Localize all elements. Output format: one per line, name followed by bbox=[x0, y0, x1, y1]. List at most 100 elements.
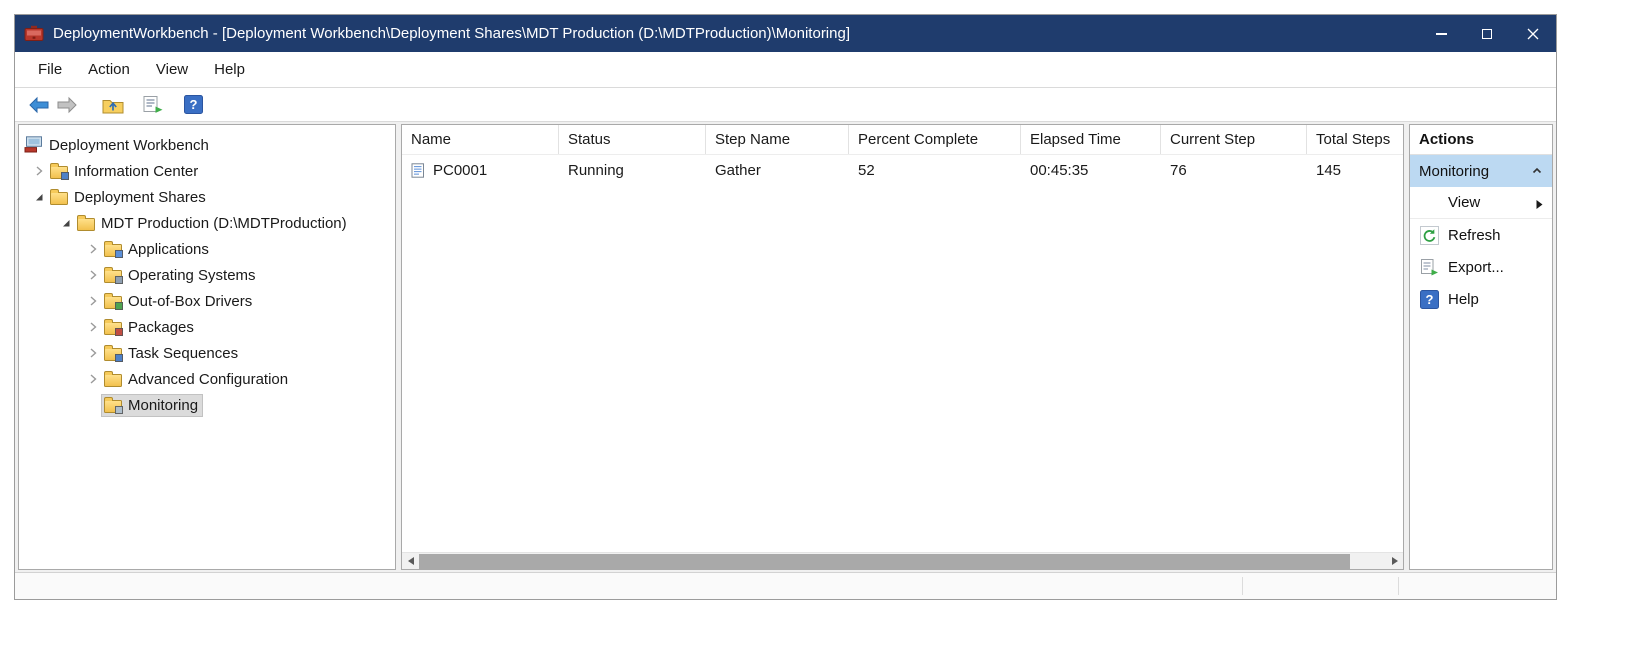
action-help-label: Help bbox=[1448, 291, 1479, 308]
window-title: DeploymentWorkbench - [Deployment Workbe… bbox=[53, 25, 1418, 42]
tree-item-label: Advanced Configuration bbox=[124, 369, 292, 390]
toolbar: ? bbox=[15, 88, 1556, 122]
column-header-name[interactable]: Name bbox=[402, 125, 559, 154]
tree-item-deployment-shares[interactable]: Deployment Shares bbox=[19, 184, 395, 210]
tree-item-label: Packages bbox=[124, 317, 198, 338]
back-button[interactable] bbox=[25, 91, 53, 119]
deployment-shares-folder-icon bbox=[48, 188, 70, 206]
actions-group-monitoring[interactable]: Monitoring bbox=[1410, 155, 1552, 187]
actions-group-label: Monitoring bbox=[1419, 163, 1531, 180]
chevron-right-icon[interactable] bbox=[83, 293, 102, 309]
action-help[interactable]: ? Help bbox=[1410, 283, 1552, 315]
scroll-left-button[interactable] bbox=[402, 553, 419, 570]
help-icon: ? bbox=[1420, 290, 1439, 309]
tree-item-out-of-box-drivers[interactable]: Out-of-Box Drivers bbox=[19, 288, 395, 314]
column-header-current-step[interactable]: Current Step bbox=[1161, 125, 1307, 154]
close-icon bbox=[1527, 28, 1539, 40]
back-arrow-icon bbox=[27, 95, 51, 115]
tree-item-label: Deployment Shares bbox=[70, 187, 210, 208]
refresh-icon bbox=[1420, 226, 1439, 245]
collapse-chevron-up-icon[interactable] bbox=[1531, 165, 1543, 177]
task-sequences-folder-icon bbox=[102, 344, 124, 362]
action-refresh-label: Refresh bbox=[1448, 227, 1501, 244]
up-one-level-button[interactable] bbox=[99, 91, 127, 119]
tree-item-mdt-production[interactable]: MDT Production (D:\MDTProduction) bbox=[19, 210, 395, 236]
up-one-level-icon bbox=[102, 96, 124, 114]
navigation-tree: Deployment Workbench Information Center … bbox=[18, 124, 396, 570]
close-button[interactable] bbox=[1510, 15, 1556, 52]
maximize-icon bbox=[1482, 29, 1492, 39]
chevron-right-icon[interactable] bbox=[83, 241, 102, 257]
chevron-right-icon[interactable] bbox=[83, 319, 102, 335]
menu-action[interactable]: Action bbox=[75, 52, 143, 87]
cell-percent-complete: 52 bbox=[849, 155, 1021, 185]
tree-item-label: Out-of-Box Drivers bbox=[124, 291, 256, 312]
tree-item-task-sequences[interactable]: Task Sequences bbox=[19, 340, 395, 366]
applications-folder-icon bbox=[102, 240, 124, 258]
content-area: Deployment Workbench Information Center … bbox=[15, 122, 1556, 572]
menu-view[interactable]: View bbox=[143, 52, 201, 87]
tree-item-label: Task Sequences bbox=[124, 343, 242, 364]
tree-item-applications[interactable]: Applications bbox=[19, 236, 395, 262]
column-header-elapsed-time[interactable]: Elapsed Time bbox=[1021, 125, 1161, 154]
drivers-folder-icon bbox=[102, 292, 124, 310]
minimize-button[interactable] bbox=[1418, 15, 1464, 52]
results-list: Name Status Step Name Percent Complete E… bbox=[401, 124, 1404, 570]
operating-systems-folder-icon bbox=[102, 266, 124, 284]
action-view-label: View bbox=[1448, 194, 1480, 211]
action-export[interactable]: Export... bbox=[1410, 251, 1552, 283]
export-list-button[interactable] bbox=[139, 91, 167, 119]
maximize-button[interactable] bbox=[1464, 15, 1510, 52]
cell-current-step: 76 bbox=[1161, 155, 1307, 185]
tree-item-deployment-workbench[interactable]: Deployment Workbench bbox=[19, 132, 395, 158]
submenu-arrow-icon bbox=[1535, 197, 1544, 214]
export-list-icon bbox=[142, 95, 164, 114]
monitoring-folder-icon bbox=[102, 396, 124, 414]
menu-help[interactable]: Help bbox=[201, 52, 258, 87]
tree-item-label: Applications bbox=[124, 239, 213, 260]
minimize-icon bbox=[1436, 33, 1447, 35]
app-icon bbox=[24, 25, 44, 43]
actions-pane-title: Actions bbox=[1410, 125, 1552, 155]
advanced-configuration-folder-icon bbox=[102, 370, 124, 388]
action-view[interactable]: View bbox=[1410, 187, 1552, 219]
action-refresh[interactable]: Refresh bbox=[1410, 219, 1552, 251]
toolbar-help-button[interactable]: ? bbox=[179, 91, 207, 119]
column-header-status[interactable]: Status bbox=[559, 125, 706, 154]
tree-item-label: Information Center bbox=[70, 161, 202, 182]
cell-status: Running bbox=[559, 155, 706, 185]
column-header-total-steps[interactable]: Total Steps bbox=[1307, 125, 1403, 154]
deployment-share-folder-icon bbox=[75, 214, 97, 232]
tree-selection-highlight: Monitoring bbox=[102, 395, 202, 416]
tree-item-operating-systems[interactable]: Operating Systems bbox=[19, 262, 395, 288]
chevron-right-icon[interactable] bbox=[83, 371, 102, 387]
tree-item-packages[interactable]: Packages bbox=[19, 314, 395, 340]
tree-item-monitoring[interactable]: Monitoring bbox=[19, 392, 395, 418]
chevron-right-icon[interactable] bbox=[29, 163, 48, 179]
tree-item-information-center[interactable]: Information Center bbox=[19, 158, 395, 184]
chevron-right-icon[interactable] bbox=[83, 267, 102, 283]
menu-file[interactable]: File bbox=[25, 52, 75, 87]
list-header: Name Status Step Name Percent Complete E… bbox=[402, 125, 1403, 155]
scrollbar-thumb[interactable] bbox=[419, 554, 1350, 569]
chevron-right-icon[interactable] bbox=[83, 345, 102, 361]
help-icon: ? bbox=[184, 95, 203, 114]
column-header-percent-complete[interactable]: Percent Complete bbox=[849, 125, 1021, 154]
menu-bar: File Action View Help bbox=[15, 52, 1556, 88]
column-header-step-name[interactable]: Step Name bbox=[706, 125, 849, 154]
title-bar: DeploymentWorkbench - [Deployment Workbe… bbox=[15, 15, 1556, 52]
cell-name-text: PC0001 bbox=[433, 162, 487, 179]
tree-item-label: Deployment Workbench bbox=[45, 135, 213, 156]
cell-step-name: Gather bbox=[706, 155, 849, 185]
chevron-down-icon[interactable] bbox=[29, 189, 48, 205]
forward-button[interactable] bbox=[53, 91, 81, 119]
action-export-label: Export... bbox=[1448, 259, 1504, 276]
tree-item-advanced-configuration[interactable]: Advanced Configuration bbox=[19, 366, 395, 392]
list-row-pc0001[interactable]: PC0001 Running Gather 52 00:45:35 76 145 bbox=[402, 155, 1403, 185]
tree-item-label: Monitoring bbox=[124, 395, 202, 416]
scroll-right-button[interactable] bbox=[1386, 553, 1403, 570]
cell-name: PC0001 bbox=[402, 155, 559, 185]
chevron-down-icon[interactable] bbox=[56, 215, 75, 231]
forward-arrow-icon bbox=[55, 95, 79, 115]
horizontal-scrollbar[interactable] bbox=[402, 552, 1403, 569]
